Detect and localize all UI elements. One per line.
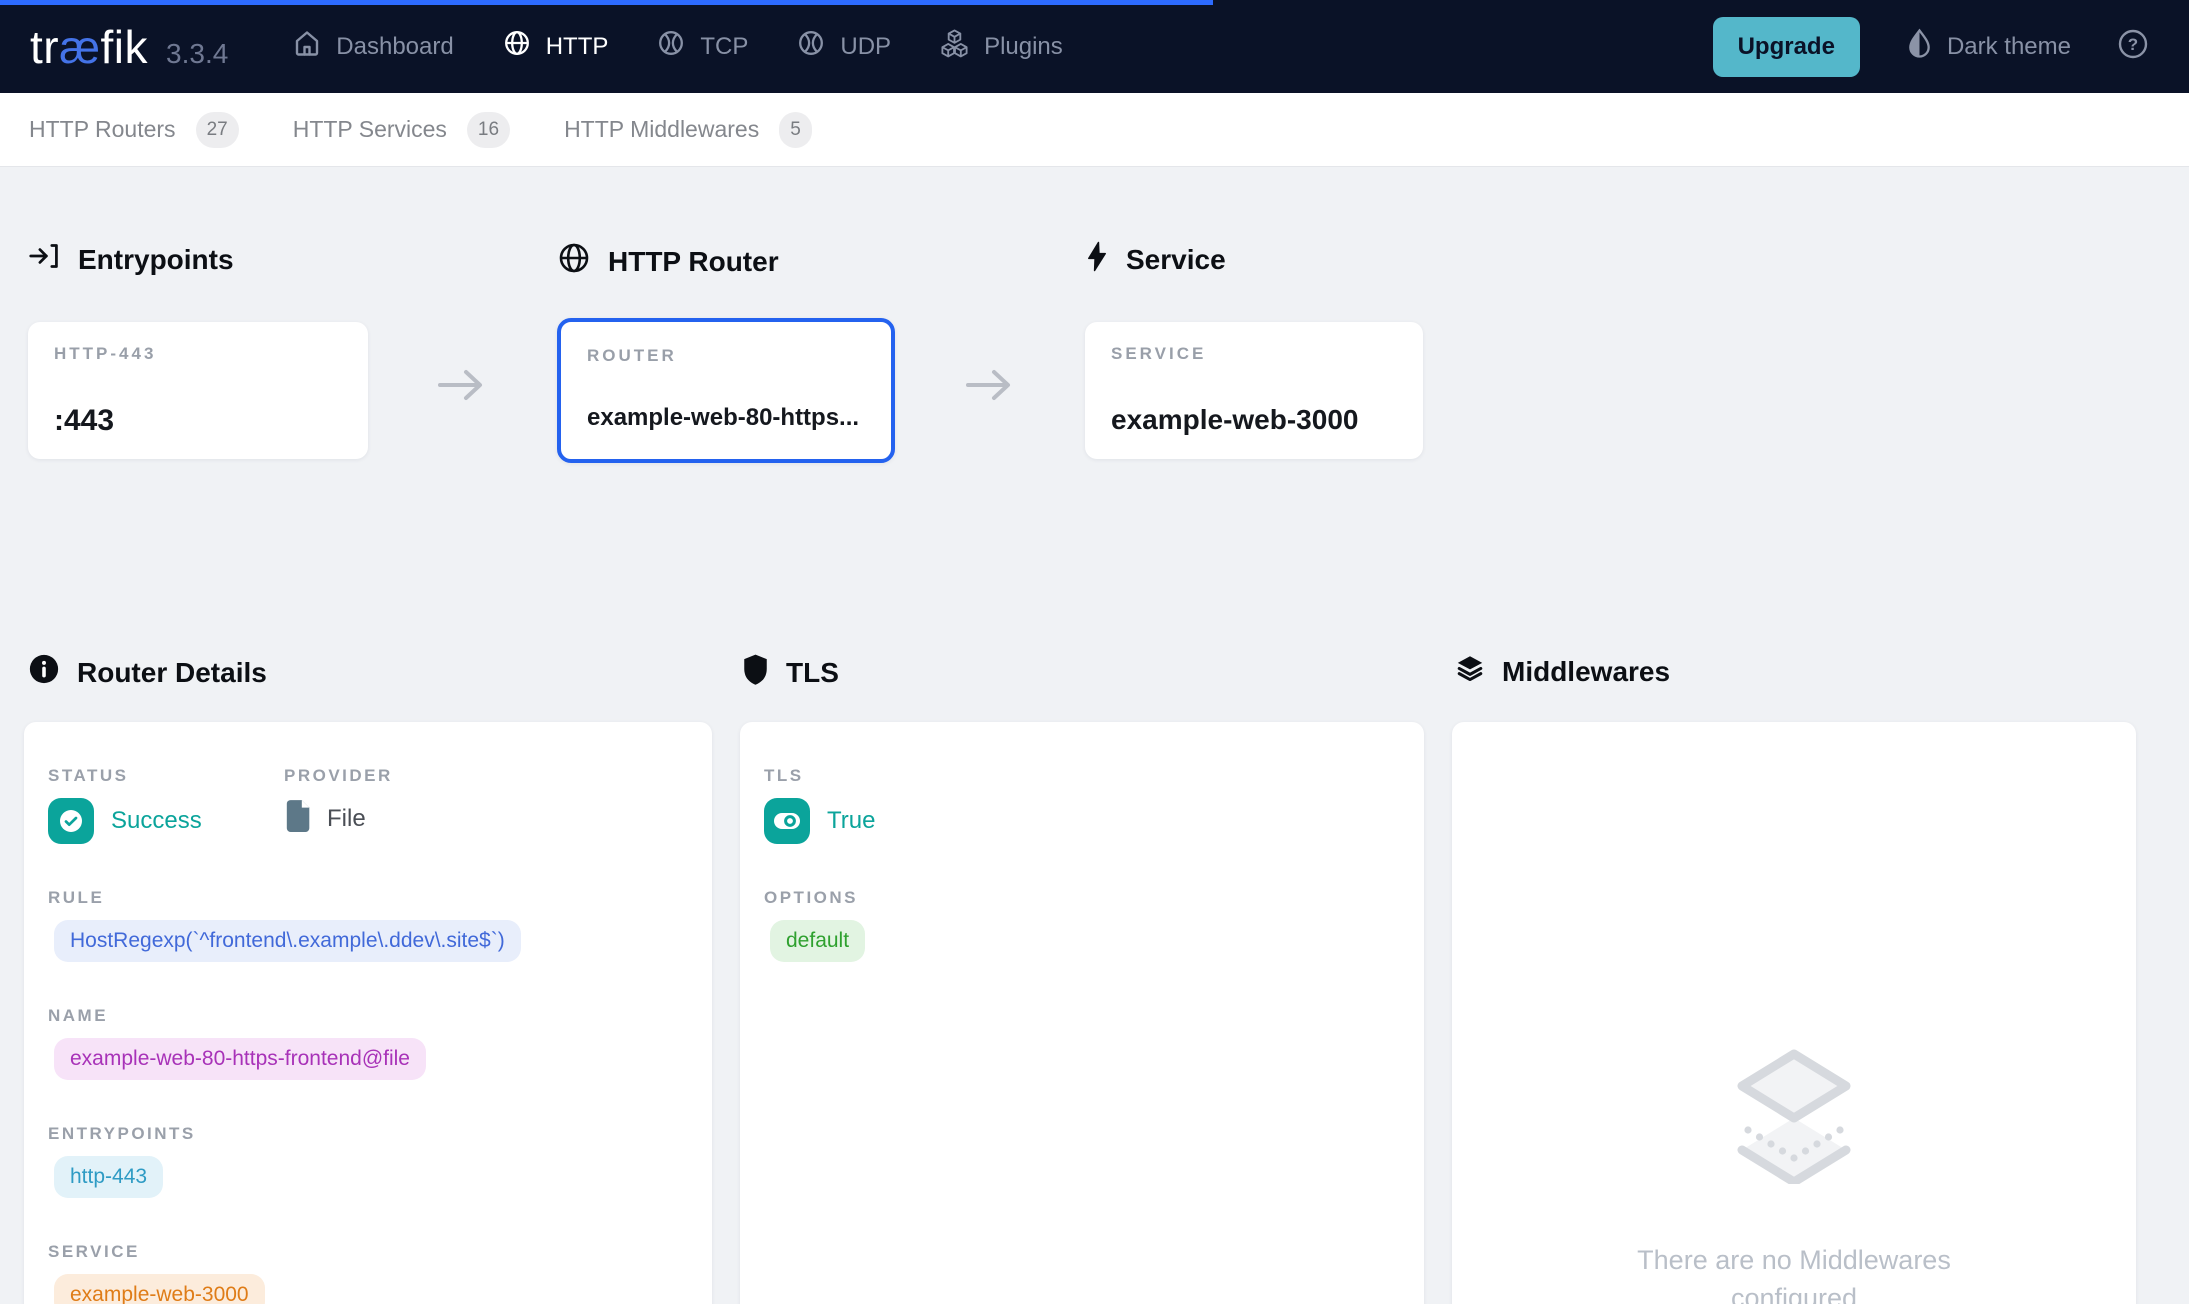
info-icon (28, 653, 60, 692)
dark-theme-toggle[interactable]: Dark theme (1906, 28, 2071, 66)
entrypoints-label: ENTRYPOINTS (48, 1124, 688, 1144)
provider-value: File (327, 805, 366, 833)
router-card[interactable]: ROUTER example-web-80-https... (557, 318, 895, 463)
dark-theme-label: Dark theme (1947, 33, 2071, 61)
service-label: SERVICE (48, 1242, 688, 1262)
question-circle-icon: ? (2117, 28, 2149, 65)
success-check-icon (48, 798, 94, 844)
middlewares-section-header: Middlewares (1455, 653, 1670, 690)
router-card-value: example-web-80-https... (587, 404, 865, 432)
tls-section-header: TLS (742, 653, 839, 693)
loading-progress-bar (0, 0, 1213, 5)
section-title: HTTP Router (608, 246, 779, 278)
nav-item-label: Plugins (984, 33, 1063, 61)
upgrade-button[interactable]: Upgrade (1713, 17, 1860, 77)
status-value: Success (111, 807, 202, 835)
main-nav: Dashboard HTTP TCP UDP (292, 28, 1062, 66)
file-icon (284, 798, 314, 839)
router-details-card: STATUS Success PROVIDER (24, 722, 712, 1304)
section-title: Entrypoints (78, 244, 234, 276)
service-pill: example-web-3000 (54, 1274, 265, 1304)
lightning-bolt-icon (1085, 241, 1109, 279)
empty-layers-illustration (1724, 1042, 1864, 1189)
service-card-value: example-web-3000 (1111, 404, 1397, 436)
tab-label: HTTP Middlewares (564, 116, 759, 143)
rule-label: RULE (48, 888, 688, 908)
count-badge: 16 (467, 112, 510, 148)
router-card-label: ROUTER (587, 346, 865, 366)
nav-item-label: Dashboard (336, 33, 453, 61)
tab-http-services[interactable]: HTTP Services 16 (293, 112, 510, 148)
name-label: NAME (48, 1006, 688, 1026)
globe-icon (796, 28, 826, 65)
layers-icon (1455, 653, 1485, 690)
globe-icon (557, 241, 591, 282)
globe-icon (656, 28, 686, 65)
nav-item-label: TCP (700, 33, 748, 61)
toggle-on-icon (764, 798, 810, 844)
middlewares-empty-message: There are no Middlewares configured (1574, 1241, 2014, 1304)
provider-label: PROVIDER (284, 766, 393, 786)
nav-item-dashboard[interactable]: Dashboard (292, 28, 453, 65)
svg-text:?: ? (2128, 35, 2138, 54)
flow-arrow-icon (962, 363, 1018, 412)
nav-item-udp[interactable]: UDP (796, 28, 891, 65)
entrypoint-card[interactable]: HTTP-443 :443 (28, 322, 368, 459)
name-pill: example-web-80-https-frontend@file (54, 1038, 426, 1080)
entrypoint-card-value: :443 (54, 404, 342, 438)
globe-icon (502, 28, 532, 65)
tab-label: HTTP Services (293, 116, 447, 143)
tab-http-routers[interactable]: HTTP Routers 27 (29, 112, 239, 148)
entrypoint-card-label: HTTP-443 (54, 344, 342, 364)
router-detail-page: Entrypoints HTTP Router Service HTTP-443… (0, 167, 2189, 1304)
section-title: Router Details (77, 657, 267, 689)
entrypoints-section-header: Entrypoints (28, 241, 234, 278)
log-in-icon (28, 241, 61, 278)
version-label: 3.3.4 (166, 38, 228, 70)
shield-icon (742, 653, 769, 693)
section-title: Service (1126, 244, 1226, 276)
section-title: TLS (786, 657, 839, 689)
options-label: OPTIONS (764, 888, 1400, 908)
http-subnav: HTTP Routers 27 HTTP Services 16 HTTP Mi… (0, 93, 2189, 167)
entrypoint-pill: http-443 (54, 1156, 163, 1198)
tls-options-pill: default (770, 920, 865, 962)
service-section-header: Service (1085, 241, 1226, 279)
service-card-label: SERVICE (1111, 344, 1397, 364)
count-badge: 27 (196, 112, 239, 148)
tab-label: HTTP Routers (29, 116, 176, 143)
nav-item-label: UDP (840, 33, 891, 61)
service-card[interactable]: SERVICE example-web-3000 (1085, 322, 1423, 459)
count-badge: 5 (779, 112, 812, 148)
tls-card: TLS True OPTIONS default (740, 722, 1424, 1304)
flow-arrow-icon (434, 363, 490, 412)
nav-item-http[interactable]: HTTP (502, 28, 609, 65)
home-icon (292, 28, 322, 65)
section-title: Middlewares (1502, 656, 1670, 688)
navbar-actions: Upgrade Dark theme ? (1713, 17, 2149, 77)
router-details-section-header: Router Details (28, 653, 267, 692)
rule-pill: HostRegexp(`^frontend\.example\.ddev\.si… (54, 920, 521, 962)
help-button[interactable]: ? (2117, 28, 2149, 65)
nav-item-tcp[interactable]: TCP (656, 28, 748, 65)
cubes-icon (939, 28, 970, 66)
middlewares-card: There are no Middlewares configured (1452, 722, 2136, 1304)
traefik-logo[interactable]: træfik 3.3.4 (30, 20, 228, 74)
contrast-droplet-icon (1906, 28, 1933, 66)
nav-item-label: HTTP (546, 33, 609, 61)
status-label: STATUS (48, 766, 284, 786)
nav-item-plugins[interactable]: Plugins (939, 28, 1063, 66)
tab-http-middlewares[interactable]: HTTP Middlewares 5 (564, 112, 812, 148)
logo-text: træfik (30, 20, 148, 74)
top-navbar: træfik 3.3.4 Dashboard HTTP (0, 0, 2189, 93)
http-router-section-header: HTTP Router (557, 241, 779, 282)
tls-value: True (827, 807, 875, 835)
tls-label: TLS (764, 766, 1400, 786)
